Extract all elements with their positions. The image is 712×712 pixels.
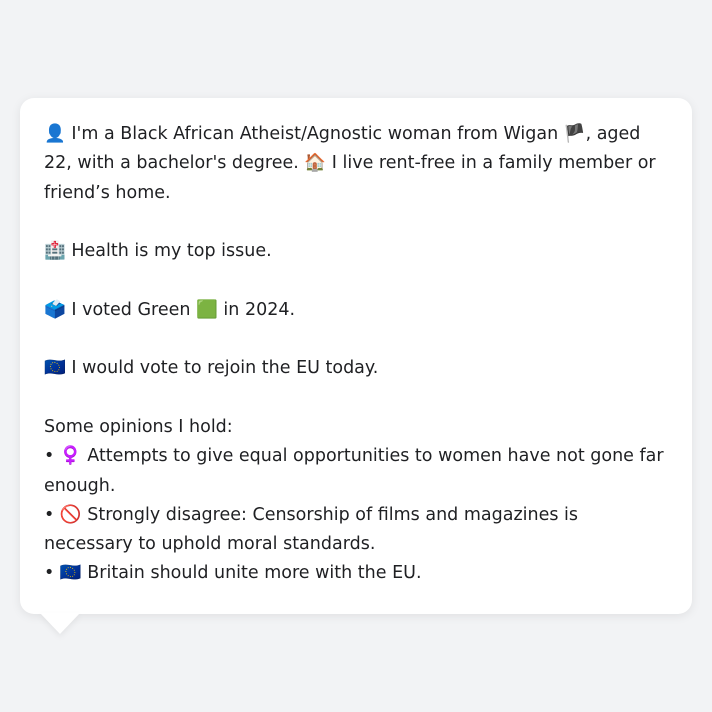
- house-icon: 🏠: [304, 153, 327, 174]
- opinion-text: Strongly disagree: Censorship of films a…: [44, 504, 579, 555]
- eu-line: 🇪🇺 I would vote to rejoin the EU today.: [44, 354, 668, 383]
- speech-bubble-tail: [40, 613, 80, 634]
- intro-paragraph: 👤 I'm a Black African Atheist/Agnostic w…: [44, 120, 668, 208]
- opinion-item: • ♀️ Attempts to give equal opportunitie…: [44, 442, 668, 501]
- green-square-icon: 🟩: [196, 299, 218, 320]
- female-sign-icon: ♀️: [59, 446, 82, 467]
- eu-flag-icon: 🇪🇺: [59, 563, 82, 584]
- eu-text: I would vote to rejoin the EU today.: [71, 358, 379, 379]
- england-flag-icon: 🏴: [563, 124, 586, 144]
- top-issue-line: 🏥 Health is my top issue.: [44, 237, 668, 266]
- opinion-item: • 🚫 Strongly disagree: Censorship of fil…: [44, 501, 668, 560]
- intro-text: I'm a Black African Atheist/Agnostic wom…: [71, 124, 559, 144]
- bullet-icon: •: [44, 563, 55, 584]
- vote-text: I voted Green: [71, 299, 191, 320]
- hospital-icon: 🏥: [44, 241, 66, 262]
- opinion-item: • 🇪🇺 Britain should unite more with the …: [44, 559, 668, 588]
- opinion-text: Attempts to give equal opportunities to …: [44, 446, 664, 496]
- vote-year-text: in 2024.: [223, 299, 296, 320]
- top-issue-text: Health is my top issue.: [71, 241, 272, 262]
- bullet-icon: •: [44, 504, 55, 525]
- vote-line: 🗳️ I voted Green 🟩 in 2024.: [44, 296, 668, 325]
- person-icon: 👤: [44, 124, 66, 144]
- prohibited-icon: 🚫: [59, 504, 82, 525]
- persona-message-bubble: 👤 I'm a Black African Atheist/Agnostic w…: [20, 98, 692, 614]
- ballot-box-icon: 🗳️: [44, 299, 66, 320]
- bullet-icon: •: [44, 446, 55, 467]
- eu-flag-icon: 🇪🇺: [44, 358, 66, 379]
- opinions-heading: Some opinions I hold:: [44, 416, 233, 437]
- opinion-text: Britain should unite more with the EU.: [87, 563, 422, 584]
